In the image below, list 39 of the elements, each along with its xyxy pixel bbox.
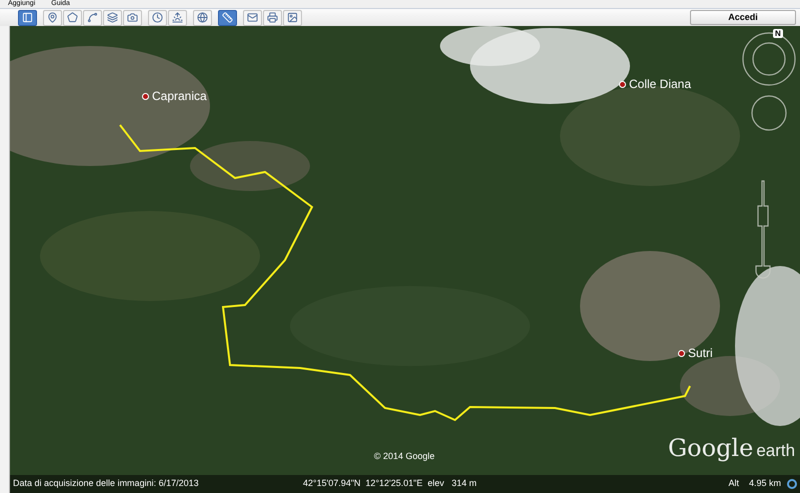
- coordinates-text: 42°15'07.94"N 12°12'25.01"E elev 314 m: [303, 477, 477, 490]
- toolbar-button[interactable]: [168, 10, 187, 26]
- altitude-value: 4.95 km: [748, 477, 781, 490]
- toolbar-button[interactable]: [103, 10, 122, 26]
- sunrise-icon: [172, 12, 183, 23]
- logo-product-text: earth: [756, 441, 796, 461]
- toolbar-button[interactable]: [83, 10, 102, 26]
- compass-north-label: N: [773, 29, 783, 38]
- picture-icon: [287, 12, 298, 23]
- polygon-icon: [67, 12, 78, 23]
- printer-icon: [267, 12, 278, 23]
- altitude-label: Alt: [728, 477, 739, 490]
- toolbar-button[interactable]: [123, 10, 142, 26]
- place-label: Capranica: [152, 89, 207, 103]
- sidebar-icon: [22, 12, 33, 23]
- toolbar-button[interactable]: [193, 10, 212, 26]
- ruler-icon: [222, 12, 233, 23]
- place-label: Colle Diana: [629, 77, 692, 91]
- sign-in-button[interactable]: Accedi: [690, 10, 796, 25]
- imagery-date-text: Data di acquisizione delle immagini: 6/17/2013: [13, 477, 200, 490]
- loading-ring-icon: [787, 479, 797, 489]
- toolbar-button[interactable]: [283, 10, 302, 26]
- camera-icon: [127, 12, 138, 23]
- toolbar-button[interactable]: [18, 10, 37, 26]
- toolbar-button[interactable]: [263, 10, 282, 26]
- copyright-text: © 2014 Google: [374, 450, 435, 463]
- mail-icon: [247, 12, 258, 23]
- planet-icon: [197, 12, 208, 23]
- toolbar-button[interactable]: [243, 10, 262, 26]
- place-label: Sutri: [688, 346, 713, 360]
- toolbar-button[interactable]: [218, 10, 237, 26]
- toolbar-button[interactable]: [63, 10, 82, 26]
- toolbar-button[interactable]: [43, 10, 62, 26]
- logo-brand-text: Google: [668, 434, 754, 462]
- clock-icon: [152, 12, 163, 23]
- pushpin-icon: [47, 12, 58, 23]
- overlay-icon: [107, 12, 118, 23]
- path-icon: [87, 12, 98, 23]
- toolbar-button[interactable]: [148, 10, 167, 26]
